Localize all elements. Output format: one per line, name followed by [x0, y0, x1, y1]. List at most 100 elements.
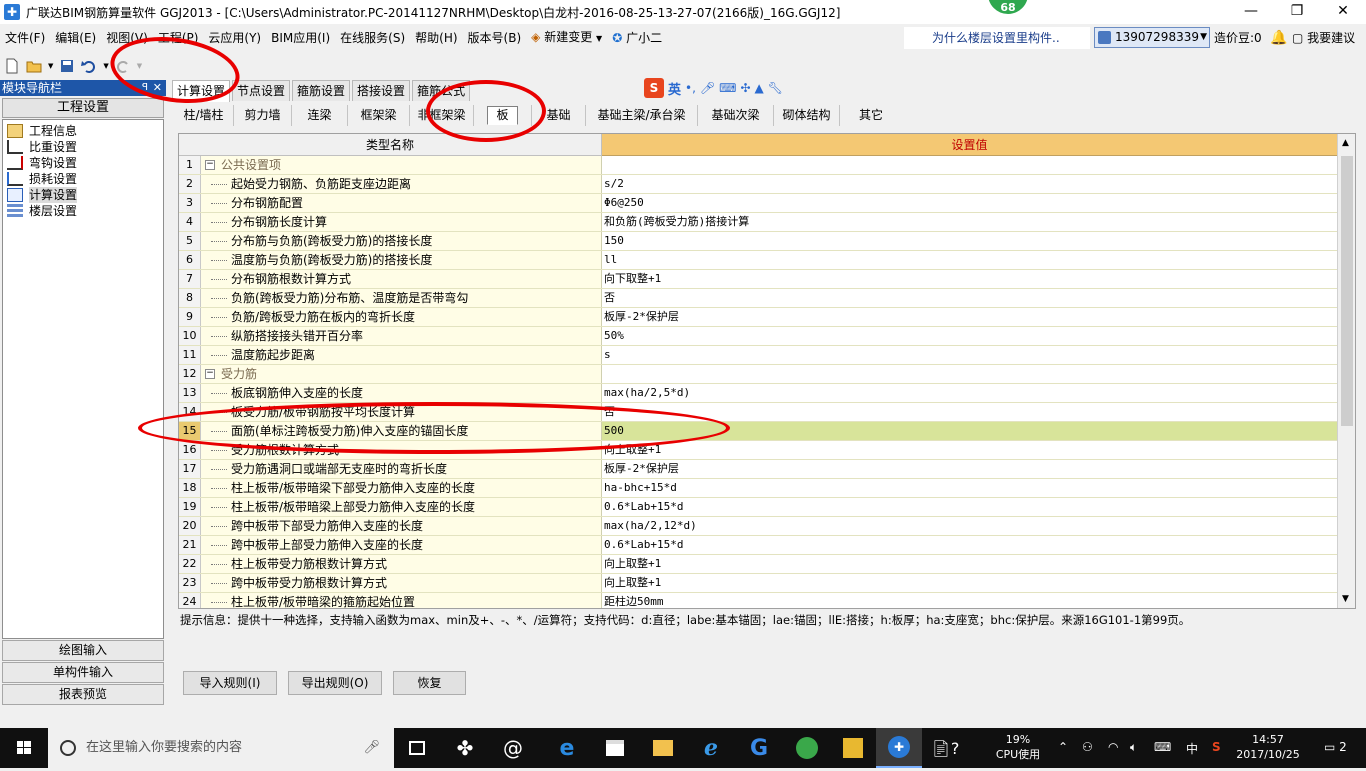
- table-row[interactable]: 21 跨中板带上部受力筋伸入支座的长度 0.6*Lab+15*d: [179, 536, 1337, 555]
- setting-value[interactable]: max(ha/2,5*d): [602, 384, 1337, 402]
- table-row[interactable]: 16 受力筋根数计算方式 向上取整+1: [179, 441, 1337, 460]
- collapse-icon[interactable]: −: [205, 160, 215, 170]
- nav-item-hook[interactable]: 弯钩设置: [7, 155, 163, 171]
- table-row[interactable]: 7 分布钢筋根数计算方式 向下取整+1: [179, 270, 1337, 289]
- setting-value[interactable]: [602, 156, 1337, 174]
- setting-value[interactable]: 向上取整+1: [602, 555, 1337, 573]
- menu-project[interactable]: 工程(P): [153, 26, 204, 50]
- table-row[interactable]: 13 板底钢筋伸入支座的长度 max(ha/2,5*d): [179, 384, 1337, 403]
- setting-value[interactable]: 0.6*Lab+15*d: [602, 536, 1337, 554]
- tab-slab[interactable]: 板: [474, 104, 532, 126]
- row-number[interactable]: 2: [179, 175, 201, 193]
- undo-icon[interactable]: [81, 58, 97, 74]
- row-number[interactable]: 13: [179, 384, 201, 402]
- setting-value[interactable]: 向上取整+1: [602, 441, 1337, 459]
- setting-value[interactable]: Φ6@250: [602, 194, 1337, 212]
- table-row[interactable]: 15 面筋(单标注跨板受力筋)伸入支座的锚固长度 500: [179, 422, 1337, 441]
- table-row[interactable]: 14 板受力筋/板带钢筋按平均长度计算 否: [179, 403, 1337, 422]
- setting-name[interactable]: 跨中板带上部受力筋伸入支座的长度: [201, 536, 602, 554]
- volume-icon[interactable]: 🔈︎: [1130, 740, 1137, 755]
- setting-name[interactable]: 受力筋根数计算方式: [201, 441, 602, 459]
- menu-bim[interactable]: BIM应用(I): [266, 26, 335, 50]
- row-number[interactable]: 16: [179, 441, 201, 459]
- ggj-app-icon[interactable]: ✚: [876, 728, 922, 768]
- row-number[interactable]: 23: [179, 574, 201, 592]
- setting-value[interactable]: [602, 365, 1337, 383]
- row-number[interactable]: 11: [179, 346, 201, 364]
- tab-column[interactable]: 柱/墙柱: [174, 104, 234, 126]
- pinwheel-app-icon[interactable]: ✤: [442, 728, 488, 768]
- file-explorer-icon[interactable]: [640, 728, 686, 768]
- tab-non-frame-beam[interactable]: 非框架梁: [410, 104, 474, 126]
- close-button[interactable]: ✕: [1320, 0, 1366, 24]
- table-row[interactable]: 9 负筋/跨板受力筋在板内的弯折长度 板厚-2*保护层: [179, 308, 1337, 327]
- table-row[interactable]: 4 分布钢筋长度计算 和负筋(跨板受力筋)搭接计算: [179, 213, 1337, 232]
- setting-value[interactable]: 向上取整+1: [602, 574, 1337, 592]
- restore-button[interactable]: ❐: [1274, 0, 1320, 24]
- setting-name[interactable]: 分布钢筋长度计算: [201, 213, 602, 231]
- green-app-icon[interactable]: [784, 728, 830, 768]
- row-number[interactable]: 22: [179, 555, 201, 573]
- setting-name[interactable]: 负筋(跨板受力筋)分布筋、温度筋是否带弯勾: [201, 289, 602, 307]
- setting-name[interactable]: 受力筋遇洞口或端部无支座时的弯折长度: [201, 460, 602, 478]
- setting-value[interactable]: 150: [602, 232, 1337, 250]
- row-number[interactable]: 9: [179, 308, 201, 326]
- menu-new-change[interactable]: ◈ 新建变更 ▼: [526, 25, 607, 51]
- column-header-value[interactable]: 设置值: [602, 134, 1337, 156]
- setting-value[interactable]: 50%: [602, 327, 1337, 345]
- chevron-up-icon[interactable]: ⌃: [1058, 740, 1068, 754]
- tab-foundation[interactable]: 基础: [532, 104, 586, 126]
- clock[interactable]: 14:57 2017/10/25: [1236, 732, 1300, 762]
- chevron-down-icon[interactable]: ▼: [103, 62, 108, 70]
- nav-section-title[interactable]: 工程设置: [2, 98, 164, 118]
- column-header-name[interactable]: 类型名称: [179, 134, 602, 156]
- setting-value[interactable]: 距柱边50mm: [602, 593, 1337, 608]
- setting-name[interactable]: 柱上板带/板带暗梁的箍筋起始位置: [201, 593, 602, 608]
- keyboard-icon[interactable]: ⌨: [719, 81, 736, 95]
- table-row[interactable]: 8 负筋(跨板受力筋)分布筋、温度筋是否带弯勾 否: [179, 289, 1337, 308]
- menu-assistant[interactable]: ✪ 广小二: [607, 26, 667, 50]
- skin-icon[interactable]: ✣: [740, 81, 750, 95]
- notes-app-icon[interactable]: [830, 728, 876, 768]
- setting-value[interactable]: s/2: [602, 175, 1337, 193]
- drawing-input-button[interactable]: 绘图输入: [2, 640, 164, 661]
- setting-name[interactable]: 柱上板带受力筋根数计算方式: [201, 555, 602, 573]
- nav-item-project-info[interactable]: 工程信息: [7, 123, 163, 139]
- row-number[interactable]: 7: [179, 270, 201, 288]
- row-number[interactable]: 18: [179, 479, 201, 497]
- collapse-icon[interactable]: −: [205, 369, 215, 379]
- sogou-tray-icon[interactable]: S: [1212, 740, 1221, 754]
- setting-name[interactable]: 分布钢筋根数计算方式: [201, 270, 602, 288]
- shirt-icon[interactable]: ▲: [755, 81, 764, 95]
- tab-node-settings[interactable]: 节点设置: [232, 80, 291, 101]
- group-header[interactable]: − 受力筋: [201, 365, 602, 383]
- setting-name[interactable]: 分布钢筋配置: [201, 194, 602, 212]
- suggest-link[interactable]: ▢ 我要建议: [1292, 27, 1355, 49]
- menu-file[interactable]: 文件(F): [0, 26, 50, 50]
- glodon-app-icon[interactable]: G: [736, 728, 782, 768]
- import-rules-button[interactable]: 导入规则(I): [183, 671, 277, 695]
- tab-frame-beam[interactable]: 框架梁: [348, 104, 410, 126]
- setting-name[interactable]: 板底钢筋伸入支座的长度: [201, 384, 602, 402]
- sogou-icon[interactable]: S: [644, 78, 664, 98]
- ie-browser-icon[interactable]: ℯ: [688, 728, 734, 768]
- table-row[interactable]: 12− 受力筋: [179, 365, 1337, 384]
- table-row[interactable]: 11 温度筋起步距离 s: [179, 346, 1337, 365]
- setting-value[interactable]: s: [602, 346, 1337, 364]
- menu-view[interactable]: 视图(V): [101, 26, 153, 50]
- keyboard-icon[interactable]: ⌨: [1154, 740, 1171, 754]
- setting-name[interactable]: 分布筋与负筋(跨板受力筋)的搭接长度: [201, 232, 602, 250]
- restore-button-grid[interactable]: 恢复: [393, 671, 466, 695]
- nav-item-density[interactable]: 比重设置: [7, 139, 163, 155]
- setting-name[interactable]: 纵筋搭接接头错开百分率: [201, 327, 602, 345]
- row-number[interactable]: 21: [179, 536, 201, 554]
- setting-name[interactable]: 温度筋与负筋(跨板受力筋)的搭接长度: [201, 251, 602, 269]
- ime-indicator[interactable]: 中: [1186, 740, 1198, 757]
- table-row[interactable]: 5 分布筋与负筋(跨板受力筋)的搭接长度 150: [179, 232, 1337, 251]
- setting-value[interactable]: 向下取整+1: [602, 270, 1337, 288]
- nav-item-loss[interactable]: 损耗设置: [7, 171, 163, 187]
- setting-value[interactable]: 否: [602, 289, 1337, 307]
- punctuation-icon[interactable]: •,: [685, 81, 696, 95]
- tab-masonry[interactable]: 砌体结构: [774, 104, 840, 126]
- row-number[interactable]: 19: [179, 498, 201, 516]
